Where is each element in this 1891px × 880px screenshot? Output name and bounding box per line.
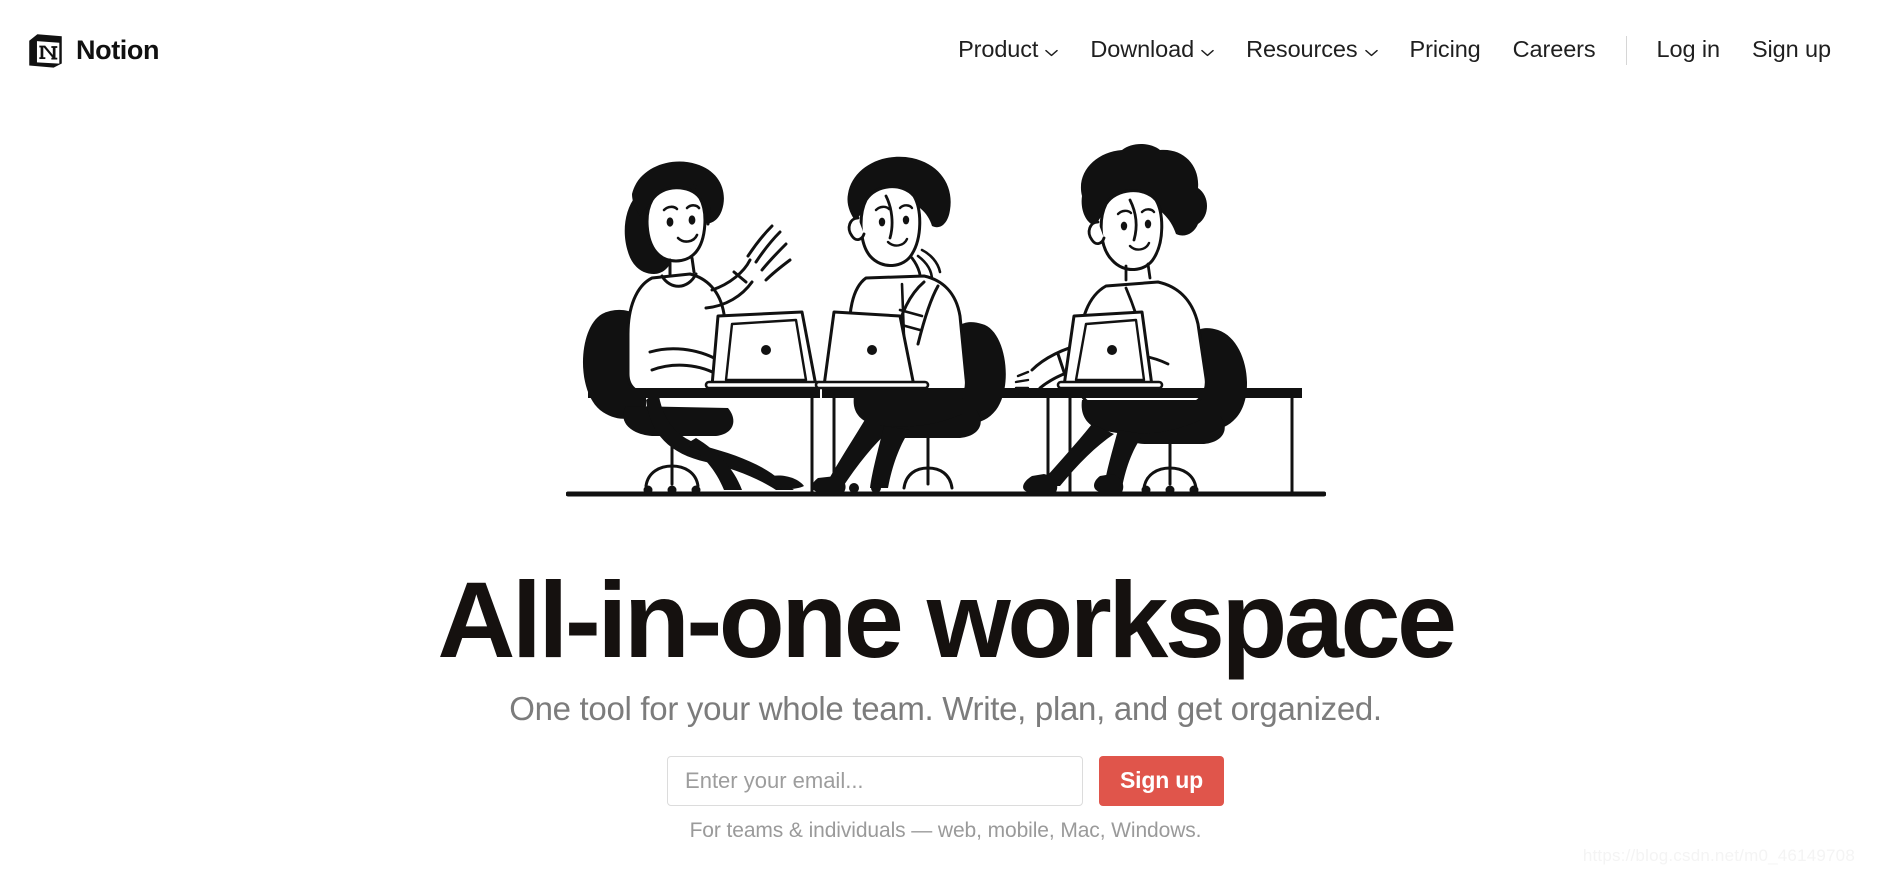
signup-submit-button[interactable]: Sign up	[1099, 755, 1224, 806]
nav-item-label: Pricing	[1409, 36, 1481, 63]
chevron-down-icon	[1364, 38, 1378, 62]
signup-form-note: For teams & individuals — web, mobile, M…	[689, 818, 1202, 842]
nav-signup-label: Sign up	[1751, 36, 1831, 63]
chevron-down-icon	[1201, 38, 1214, 62]
nav-item-download[interactable]: Download	[1074, 32, 1230, 68]
three-people-at-laptops-illustration	[565, 100, 1326, 538]
chevron-down-icon	[1045, 38, 1059, 62]
site-header: Notion Product Download Resources Pricin…	[0, 0, 1891, 100]
page-title: All-in-one workspace	[437, 559, 1457, 680]
watermark-text: https://blog.csdn.net/m0_46149708	[1582, 846, 1855, 865]
page-subtitle: One tool for your whole team. Write, pla…	[509, 690, 1382, 728]
nav-login-button[interactable]: Log in	[1641, 32, 1736, 68]
main-navigation: Product Download Resources Pricing Caree…	[942, 32, 1847, 68]
brand-logo-link[interactable]: Notion	[26, 31, 159, 70]
nav-item-label: Careers	[1512, 36, 1596, 63]
nav-item-label: Download	[1090, 36, 1195, 63]
nav-item-careers[interactable]: Careers	[1497, 32, 1612, 68]
nav-item-label: Resources	[1246, 36, 1358, 63]
nav-item-resources[interactable]: Resources	[1230, 32, 1393, 68]
nav-signup-button[interactable]: Sign up	[1736, 32, 1847, 68]
nav-item-pricing[interactable]: Pricing	[1394, 32, 1497, 68]
nav-login-label: Log in	[1656, 36, 1721, 63]
notion-cube-icon	[26, 31, 65, 70]
nav-divider	[1625, 35, 1627, 65]
nav-item-label: Product	[958, 36, 1039, 63]
nav-item-product[interactable]: Product	[942, 32, 1074, 68]
email-signup-form: Sign up	[667, 755, 1224, 806]
hero-section: All-in-one workspace One tool for your w…	[0, 100, 1891, 843]
email-input[interactable]	[667, 755, 1084, 806]
brand-name: Notion	[76, 34, 160, 65]
